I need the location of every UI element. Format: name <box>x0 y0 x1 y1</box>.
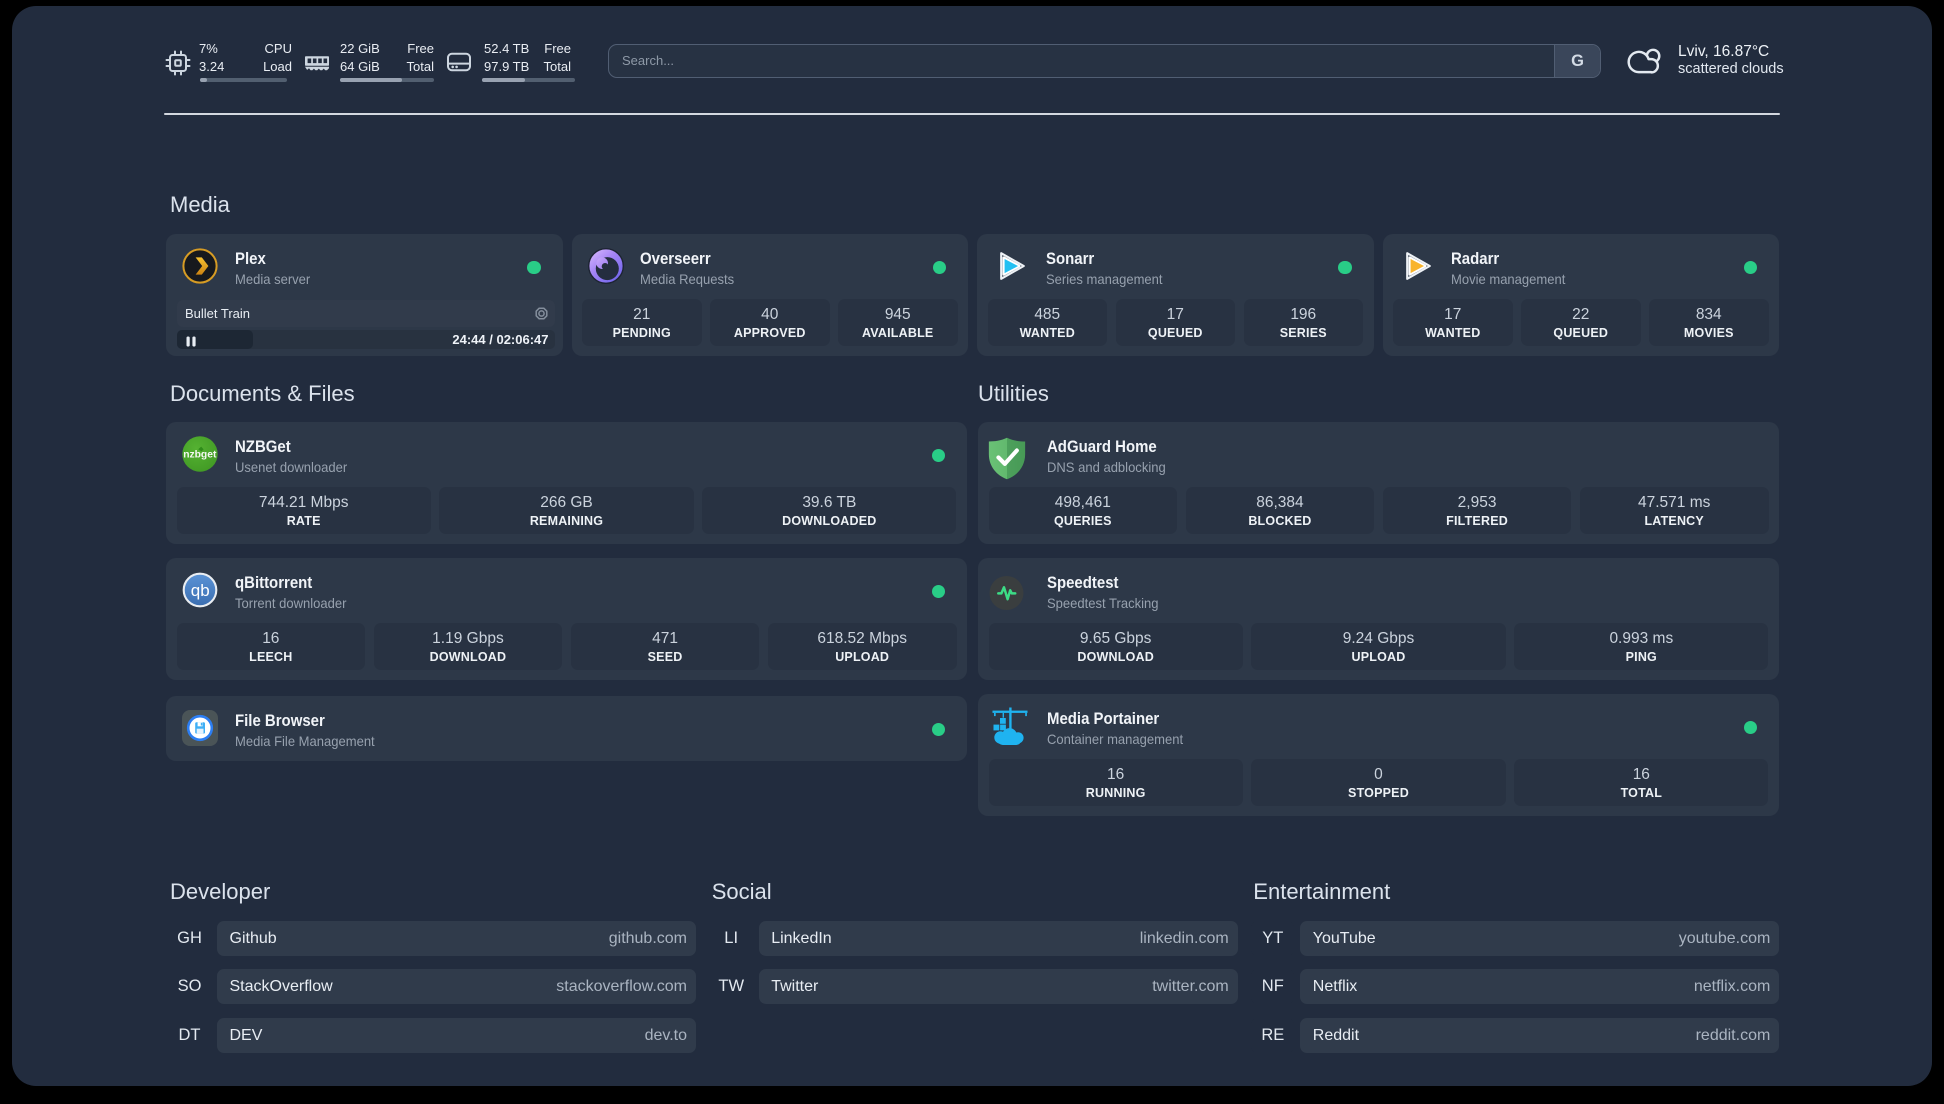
svg-text:qb: qb <box>191 581 210 600</box>
svg-text:nzbget: nzbget <box>183 450 217 461</box>
